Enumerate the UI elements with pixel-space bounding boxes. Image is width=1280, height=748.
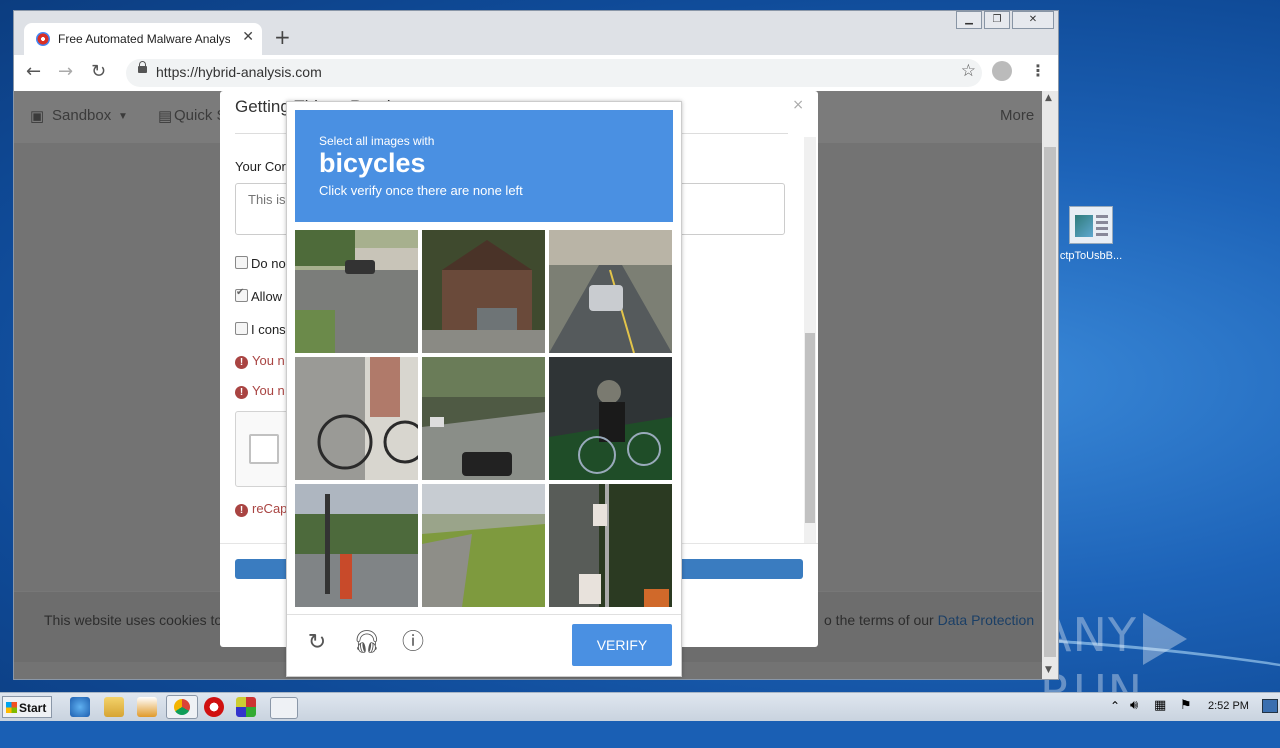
info-icon[interactable]: ⓘ <box>401 631 425 655</box>
captcha-footer: ↻ 🎧︎ ⓘ VERIFY <box>287 614 681 677</box>
captcha-tile-1[interactable] <box>295 230 418 353</box>
chrome-icon <box>174 699 190 715</box>
chrome-taskbar-button[interactable] <box>166 695 198 719</box>
audio-icon[interactable]: 🎧︎ <box>353 631 381 655</box>
captcha-tile-9[interactable] <box>549 484 672 607</box>
window-taskbar-icon[interactable] <box>270 697 298 719</box>
explorer-icon[interactable] <box>104 697 124 717</box>
desktop-icon-label: ctpToUsbB... <box>1059 250 1123 262</box>
page-scroll-thumb[interactable] <box>1044 147 1056 657</box>
reload-icon[interactable]: ↻ <box>305 631 329 655</box>
captcha-instruction: Select all images with <box>319 134 435 148</box>
checkbox-1[interactable] <box>235 256 248 269</box>
tab-close-icon[interactable]: ✕ <box>242 29 254 45</box>
scroll-up-icon[interactable]: ▲ <box>1045 93 1052 103</box>
system-tray: ⌃ 🔊︎ ▦ ⚑ <box>1104 693 1280 721</box>
browser-toolbar: ← → ↻ https://hybrid-analysis.com ☆ ⋮ <box>14 55 1058 92</box>
checkbox-2-label: Allow <box>251 289 283 304</box>
opera-icon[interactable] <box>204 697 224 717</box>
start-button[interactable]: Start <box>2 696 52 718</box>
ie-icon[interactable] <box>70 697 90 717</box>
checkbox-2[interactable] <box>235 287 248 302</box>
captcha-tile-4[interactable] <box>295 357 418 480</box>
new-tab-icon[interactable]: + <box>274 25 291 49</box>
browser-tab[interactable]: Free Automated Malware Analysis S ✕ <box>24 23 262 55</box>
captcha-tile-5[interactable] <box>422 357 545 480</box>
tray-expand-icon[interactable]: ⌃ <box>1110 699 1120 713</box>
checkbox-1-label: Do no <box>251 256 286 271</box>
address-bar[interactable]: https://hybrid-analysis.com ☆ <box>126 59 982 87</box>
scroll-down-icon[interactable]: ▼ <box>1045 665 1052 675</box>
nav-sandbox[interactable]: Sandbox <box>52 107 111 124</box>
app-icon[interactable] <box>236 697 256 717</box>
checkbox-3-label: I cons <box>251 322 286 337</box>
nav-quick-scan[interactable]: Quick S <box>174 107 227 124</box>
file-icon-nav: ▤ <box>158 108 173 125</box>
modal-scroll-thumb[interactable] <box>805 333 815 523</box>
url-text: https://hybrid-analysis.com <box>156 64 322 80</box>
captcha-target-word: bicycles <box>319 148 426 178</box>
volume-icon[interactable]: 🔊︎ <box>1130 698 1138 713</box>
comment-label: Your Cor <box>235 159 286 174</box>
captcha-tile-6[interactable] <box>549 357 672 480</box>
error-icon: ! <box>235 386 248 399</box>
maximize-icon[interactable]: ❐ <box>984 11 1010 29</box>
captcha-tile-2[interactable] <box>422 230 545 353</box>
recaptcha-checkbox[interactable] <box>249 434 279 464</box>
flag-icon[interactable]: ⚑ <box>1180 698 1192 713</box>
data-protection-link[interactable]: Data Protection <box>938 612 1035 628</box>
error-message-1: ! You n <box>235 353 285 369</box>
modal-close-icon[interactable]: × <box>792 97 804 113</box>
tab-title: Free Automated Malware Analysis S <box>58 32 230 46</box>
favicon-icon <box>36 32 50 46</box>
nav-more[interactable]: More <box>1000 107 1034 124</box>
desktop-icon[interactable]: ctpToUsbB... <box>1056 206 1126 262</box>
captcha-header: Select all images with bicycles Click ve… <box>295 110 673 222</box>
minimize-icon[interactable]: ▁ <box>956 11 982 29</box>
cookie-text-right: o the terms of our Data Protection <box>824 612 1034 628</box>
cookie-text: This website uses cookies to <box>44 612 223 628</box>
account-icon[interactable] <box>992 61 1012 81</box>
checkbox-3[interactable] <box>235 322 248 335</box>
menu-icon[interactable]: ⋮ <box>1030 61 1046 80</box>
error-2-text: You n <box>252 383 285 398</box>
error-1-text: You n <box>252 353 285 368</box>
modal-scrollbar[interactable] <box>804 137 816 543</box>
captcha-tile-7[interactable] <box>295 484 418 607</box>
captcha-tile-3[interactable] <box>549 230 672 353</box>
network-icon[interactable]: ▦ <box>1154 698 1166 713</box>
error-message-3: ! reCap <box>235 501 287 517</box>
taskbar: Start ⌃ 🔊︎ ▦ ⚑ 2:52 PM <box>0 692 1280 721</box>
verify-button[interactable]: VERIFY <box>572 624 672 666</box>
show-desktop-icon[interactable] <box>1262 699 1278 713</box>
forward-icon[interactable]: → <box>58 61 73 82</box>
lock-icon <box>138 61 147 73</box>
reload-page-icon[interactable]: ↻ <box>91 61 106 82</box>
cookie-text-right-part: o the terms of our <box>824 612 938 628</box>
back-icon[interactable]: ← <box>26 61 41 82</box>
captcha-hint: Click verify once there are none left <box>319 183 523 198</box>
error-icon: ! <box>235 356 248 369</box>
error-message-2: ! You n <box>235 383 285 399</box>
file-icon <box>1069 206 1113 244</box>
captcha-tile-8[interactable] <box>422 484 545 607</box>
caret-down-icon: ▼ <box>118 111 128 122</box>
sandbox-icon: ▣ <box>30 108 45 125</box>
window-controls: ▁ ❐ ✕ <box>956 11 1054 29</box>
recaptcha-challenge: Select all images with bicycles Click ve… <box>286 101 682 677</box>
media-player-icon[interactable] <box>137 697 157 717</box>
clock[interactable]: 2:52 PM <box>1208 700 1249 712</box>
bookmark-star-icon[interactable]: ☆ <box>961 61 976 81</box>
close-window-icon[interactable]: ✕ <box>1012 11 1054 29</box>
error-3-text: reCap <box>252 501 288 516</box>
error-icon: ! <box>235 504 248 517</box>
page-scrollbar[interactable]: ▲ ▼ <box>1042 91 1058 679</box>
